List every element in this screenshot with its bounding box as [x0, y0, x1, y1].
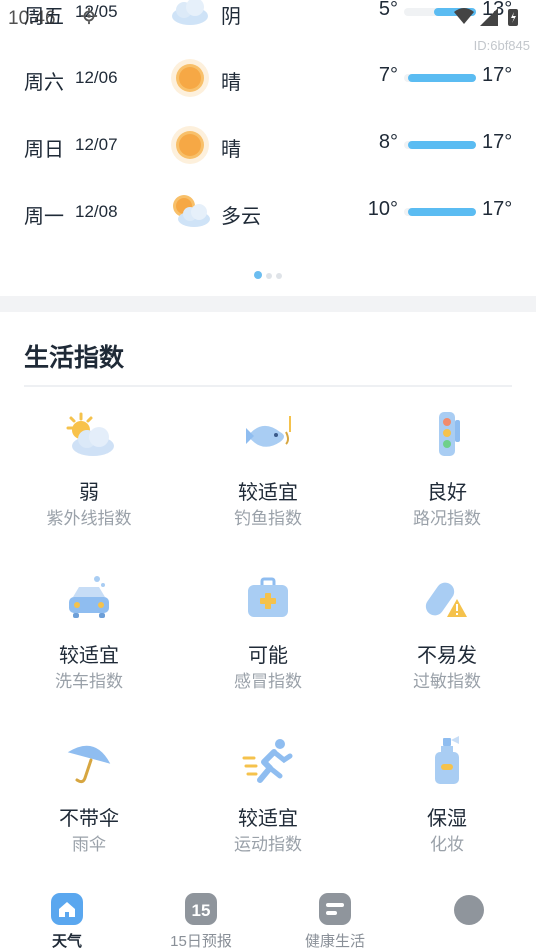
forecast-day: 周日 — [24, 139, 64, 161]
life-index-label: 化妆 — [430, 835, 464, 854]
tab-label: 天气 — [51, 933, 82, 950]
temp-range-bar — [404, 208, 476, 216]
life-index-grid: 弱 紫外线指数 较适宜 钓鱼指数 良好 路况指数 较适宜 洗车指数 可能 感冒指… — [0, 396, 536, 886]
temp-range-fill — [407, 74, 476, 82]
forecast-date: 12/06 — [75, 68, 118, 87]
running-icon — [242, 739, 293, 783]
page-dot — [254, 271, 262, 279]
divider — [24, 385, 512, 387]
profile-icon — [454, 895, 484, 925]
partly-cloudy-icon — [173, 195, 210, 227]
fish-icon — [246, 416, 291, 447]
forecast-row[interactable]: 周日 12/07 晴 8° 17° — [0, 125, 536, 165]
life-index-label: 雨伞 — [72, 835, 106, 854]
life-index-cosmetic[interactable]: 保湿 化妆 — [358, 722, 536, 882]
forecast-high: 17° — [482, 64, 513, 86]
forecast-high: 17° — [482, 131, 513, 153]
forecast-condition: 多云 — [221, 206, 261, 228]
life-index-uv[interactable]: 弱 紫外线指数 — [0, 396, 178, 556]
cosmetic-bottle-icon — [435, 736, 459, 784]
forecast-date: 12/08 — [75, 202, 118, 221]
temp-range-bar — [404, 141, 476, 149]
forecast-low: 8° — [378, 131, 398, 153]
life-index-cold[interactable]: 可能 感冒指数 — [179, 559, 357, 719]
allergy-pill-icon — [425, 582, 467, 617]
page-indicator — [0, 266, 536, 279]
forecast-high: 17° — [482, 198, 513, 220]
tab-label: 15日预报 — [170, 933, 232, 950]
forecast-row[interactable]: 周一 12/08 多云 10° 17° — [0, 192, 536, 232]
life-index-value: 较适宜 — [59, 645, 119, 667]
temp-range-fill — [407, 141, 476, 149]
forecast-row[interactable]: 周五 12/05 阴 5° 13° — [0, 0, 536, 32]
tab-healthy-living[interactable]: 健康生活 — [268, 886, 402, 952]
life-index-value: 可能 — [248, 645, 288, 667]
life-index-value: 较适宜 — [238, 482, 298, 504]
life-index-value: 不带伞 — [59, 808, 119, 830]
tab-weather[interactable]: 天气 — [0, 886, 134, 952]
forecast-low: 10° — [367, 198, 398, 220]
life-index-value: 保湿 — [427, 808, 467, 830]
life-index-traffic[interactable]: 良好 路况指数 — [358, 396, 536, 556]
forecast-date: 12/07 — [75, 135, 118, 154]
umbrella-icon — [67, 745, 111, 784]
temp-range-fill — [407, 208, 476, 216]
home-icon — [51, 893, 83, 925]
forecast-condition: 晴 — [221, 139, 241, 161]
life-index-title: 生活指数 — [24, 344, 125, 372]
forecast-low: 5° — [378, 0, 398, 20]
life-index-value: 良好 — [427, 482, 467, 504]
forecast-day: 周一 — [24, 206, 64, 228]
temp-range-bar — [404, 74, 476, 82]
life-index-label: 路况指数 — [413, 509, 481, 528]
life-index-allergy[interactable]: 不易发 过敏指数 — [358, 559, 536, 719]
life-index-value: 较适宜 — [238, 808, 298, 830]
health-list-icon — [319, 893, 351, 925]
cloud-icon — [172, 0, 208, 25]
page-dot — [266, 273, 272, 279]
bottom-nav: 天气 15 15日预报 健康生活 — [0, 886, 536, 952]
forecast-low: 7° — [378, 64, 398, 86]
life-index-value: 不易发 — [417, 645, 477, 667]
watermark: ID:6bf845 — [473, 38, 530, 53]
medical-kit-icon — [248, 577, 288, 617]
sun-icon — [171, 126, 209, 164]
life-index-label: 洗车指数 — [55, 672, 123, 691]
temp-range-fill — [434, 8, 476, 16]
forecast-list: 周五 12/05 阴 5° 13° 周六 12/06 晴 7° 17° 周日 1… — [0, 0, 536, 296]
forecast-condition: 阴 — [221, 6, 241, 28]
tab-15-day-forecast[interactable]: 15 15日预报 — [134, 886, 268, 952]
life-index-label: 过敏指数 — [413, 672, 481, 691]
calendar-15-icon: 15 — [185, 893, 217, 925]
life-index-label: 运动指数 — [234, 835, 302, 854]
tab-profile[interactable] — [402, 886, 536, 952]
life-index-umbrella[interactable]: 不带伞 雨伞 — [0, 722, 178, 882]
forecast-day: 周六 — [24, 72, 64, 94]
forecast-condition: 晴 — [221, 72, 241, 94]
forecast-day: 周五 — [24, 6, 64, 28]
tab-label: 健康生活 — [304, 933, 365, 950]
life-index-car-wash[interactable]: 较适宜 洗车指数 — [0, 559, 178, 719]
forecast-high: 13° — [482, 0, 513, 20]
temp-range-bar — [404, 8, 476, 16]
life-index-fishing[interactable]: 较适宜 钓鱼指数 — [179, 396, 357, 556]
calendar-badge: 15 — [192, 901, 211, 920]
forecast-date: 12/05 — [75, 2, 118, 21]
life-index-label: 感冒指数 — [234, 672, 302, 691]
sun-icon — [171, 59, 209, 97]
life-index-sport[interactable]: 较适宜 运动指数 — [179, 722, 357, 882]
life-index-label: 钓鱼指数 — [234, 509, 302, 528]
traffic-light-icon — [439, 412, 460, 456]
life-index-label: 紫外线指数 — [46, 509, 132, 528]
life-index-value: 弱 — [79, 482, 99, 504]
uv-sun-cloud-icon — [66, 412, 114, 456]
section-divider — [0, 296, 536, 312]
car-wash-icon — [69, 576, 109, 618]
page-dot — [276, 273, 282, 279]
forecast-row[interactable]: 周六 12/06 晴 7° 17° — [0, 58, 536, 98]
